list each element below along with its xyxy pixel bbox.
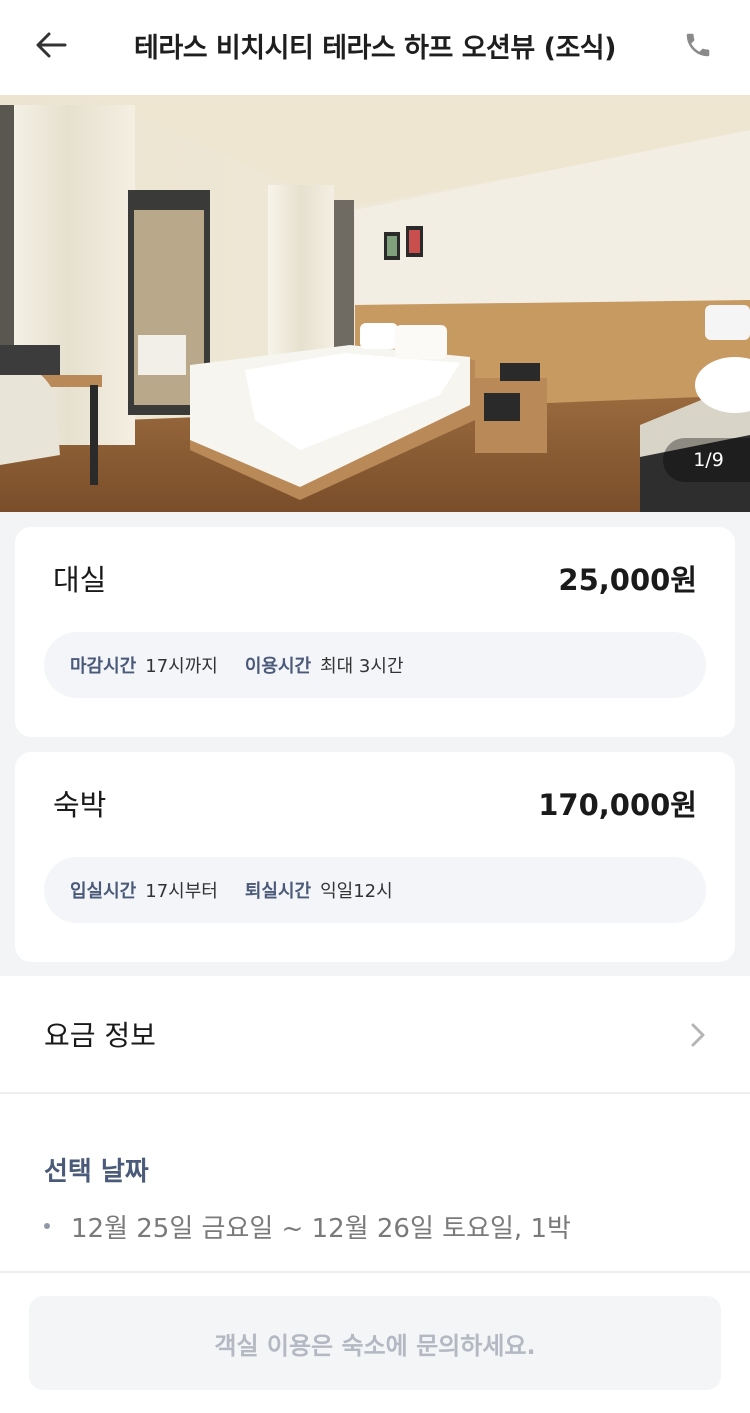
rent-card[interactable]: 대실 25,000원 마감시간 17시까지 이용시간 최대 3시간 [15, 527, 735, 737]
rent-info-key: 이용시간 [244, 656, 312, 677]
room-photo[interactable] [0, 95, 750, 512]
inquiry-button[interactable]: 객실 이용은 숙소에 문의하세요. [29, 1296, 721, 1390]
photo-counter: 1/9 [663, 438, 750, 482]
selected-date-title: 선택 날짜 [44, 1157, 149, 1187]
header: 테라스 비치시티 테라스 하프 오션뷰 (조식) [0, 0, 750, 95]
stay-info: 입실시간 17시부터 퇴실시간 익일12시 [44, 857, 706, 923]
chevron-right-icon [691, 1023, 705, 1047]
rent-price: 25,000원 [558, 563, 697, 597]
bullet-icon [44, 1222, 50, 1229]
back-arrow-icon [36, 32, 67, 58]
stay-label: 숙박 [53, 788, 107, 822]
stay-info-value: 17시부터 [145, 881, 218, 902]
rent-info-key: 마감시간 [70, 656, 137, 677]
rate-info-label: 요금 정보 [44, 1019, 156, 1052]
selected-date-item: 12월 25일 금요일 ~ 12월 26일 토요일, 1박 [44, 1208, 571, 1245]
stay-card[interactable]: 숙박 170,000원 입실시간 17시부터 퇴실시간 익일12시 [15, 752, 735, 962]
rent-label: 대실 [53, 563, 107, 597]
rate-info-row[interactable]: 요금 정보 [0, 976, 750, 1094]
room-photo-illustration [0, 95, 750, 512]
stay-info-key: 퇴실시간 [244, 881, 312, 902]
stay-price: 170,000원 [538, 788, 697, 822]
selected-date-value: 12월 25일 금요일 ~ 12월 26일 토요일, 1박 [71, 1214, 571, 1244]
phone-icon [686, 33, 710, 57]
phone-button[interactable] [674, 22, 722, 68]
selected-date-section: 선택 날짜 12월 25일 금요일 ~ 12월 26일 토요일, 1박 [0, 1096, 750, 1273]
stay-info-key: 입실시간 [70, 881, 137, 902]
back-button[interactable] [26, 22, 76, 68]
page-title: 테라스 비치시티 테라스 하프 오션뷰 (조식) [134, 32, 616, 64]
rent-info: 마감시간 17시까지 이용시간 최대 3시간 [44, 632, 706, 698]
rent-info-value: 17시까지 [145, 656, 218, 677]
stay-info-value: 익일12시 [320, 881, 393, 902]
bottom-bar: 객실 이용은 숙소에 문의하세요. [0, 1275, 750, 1413]
rent-info-value: 최대 3시간 [320, 656, 404, 677]
